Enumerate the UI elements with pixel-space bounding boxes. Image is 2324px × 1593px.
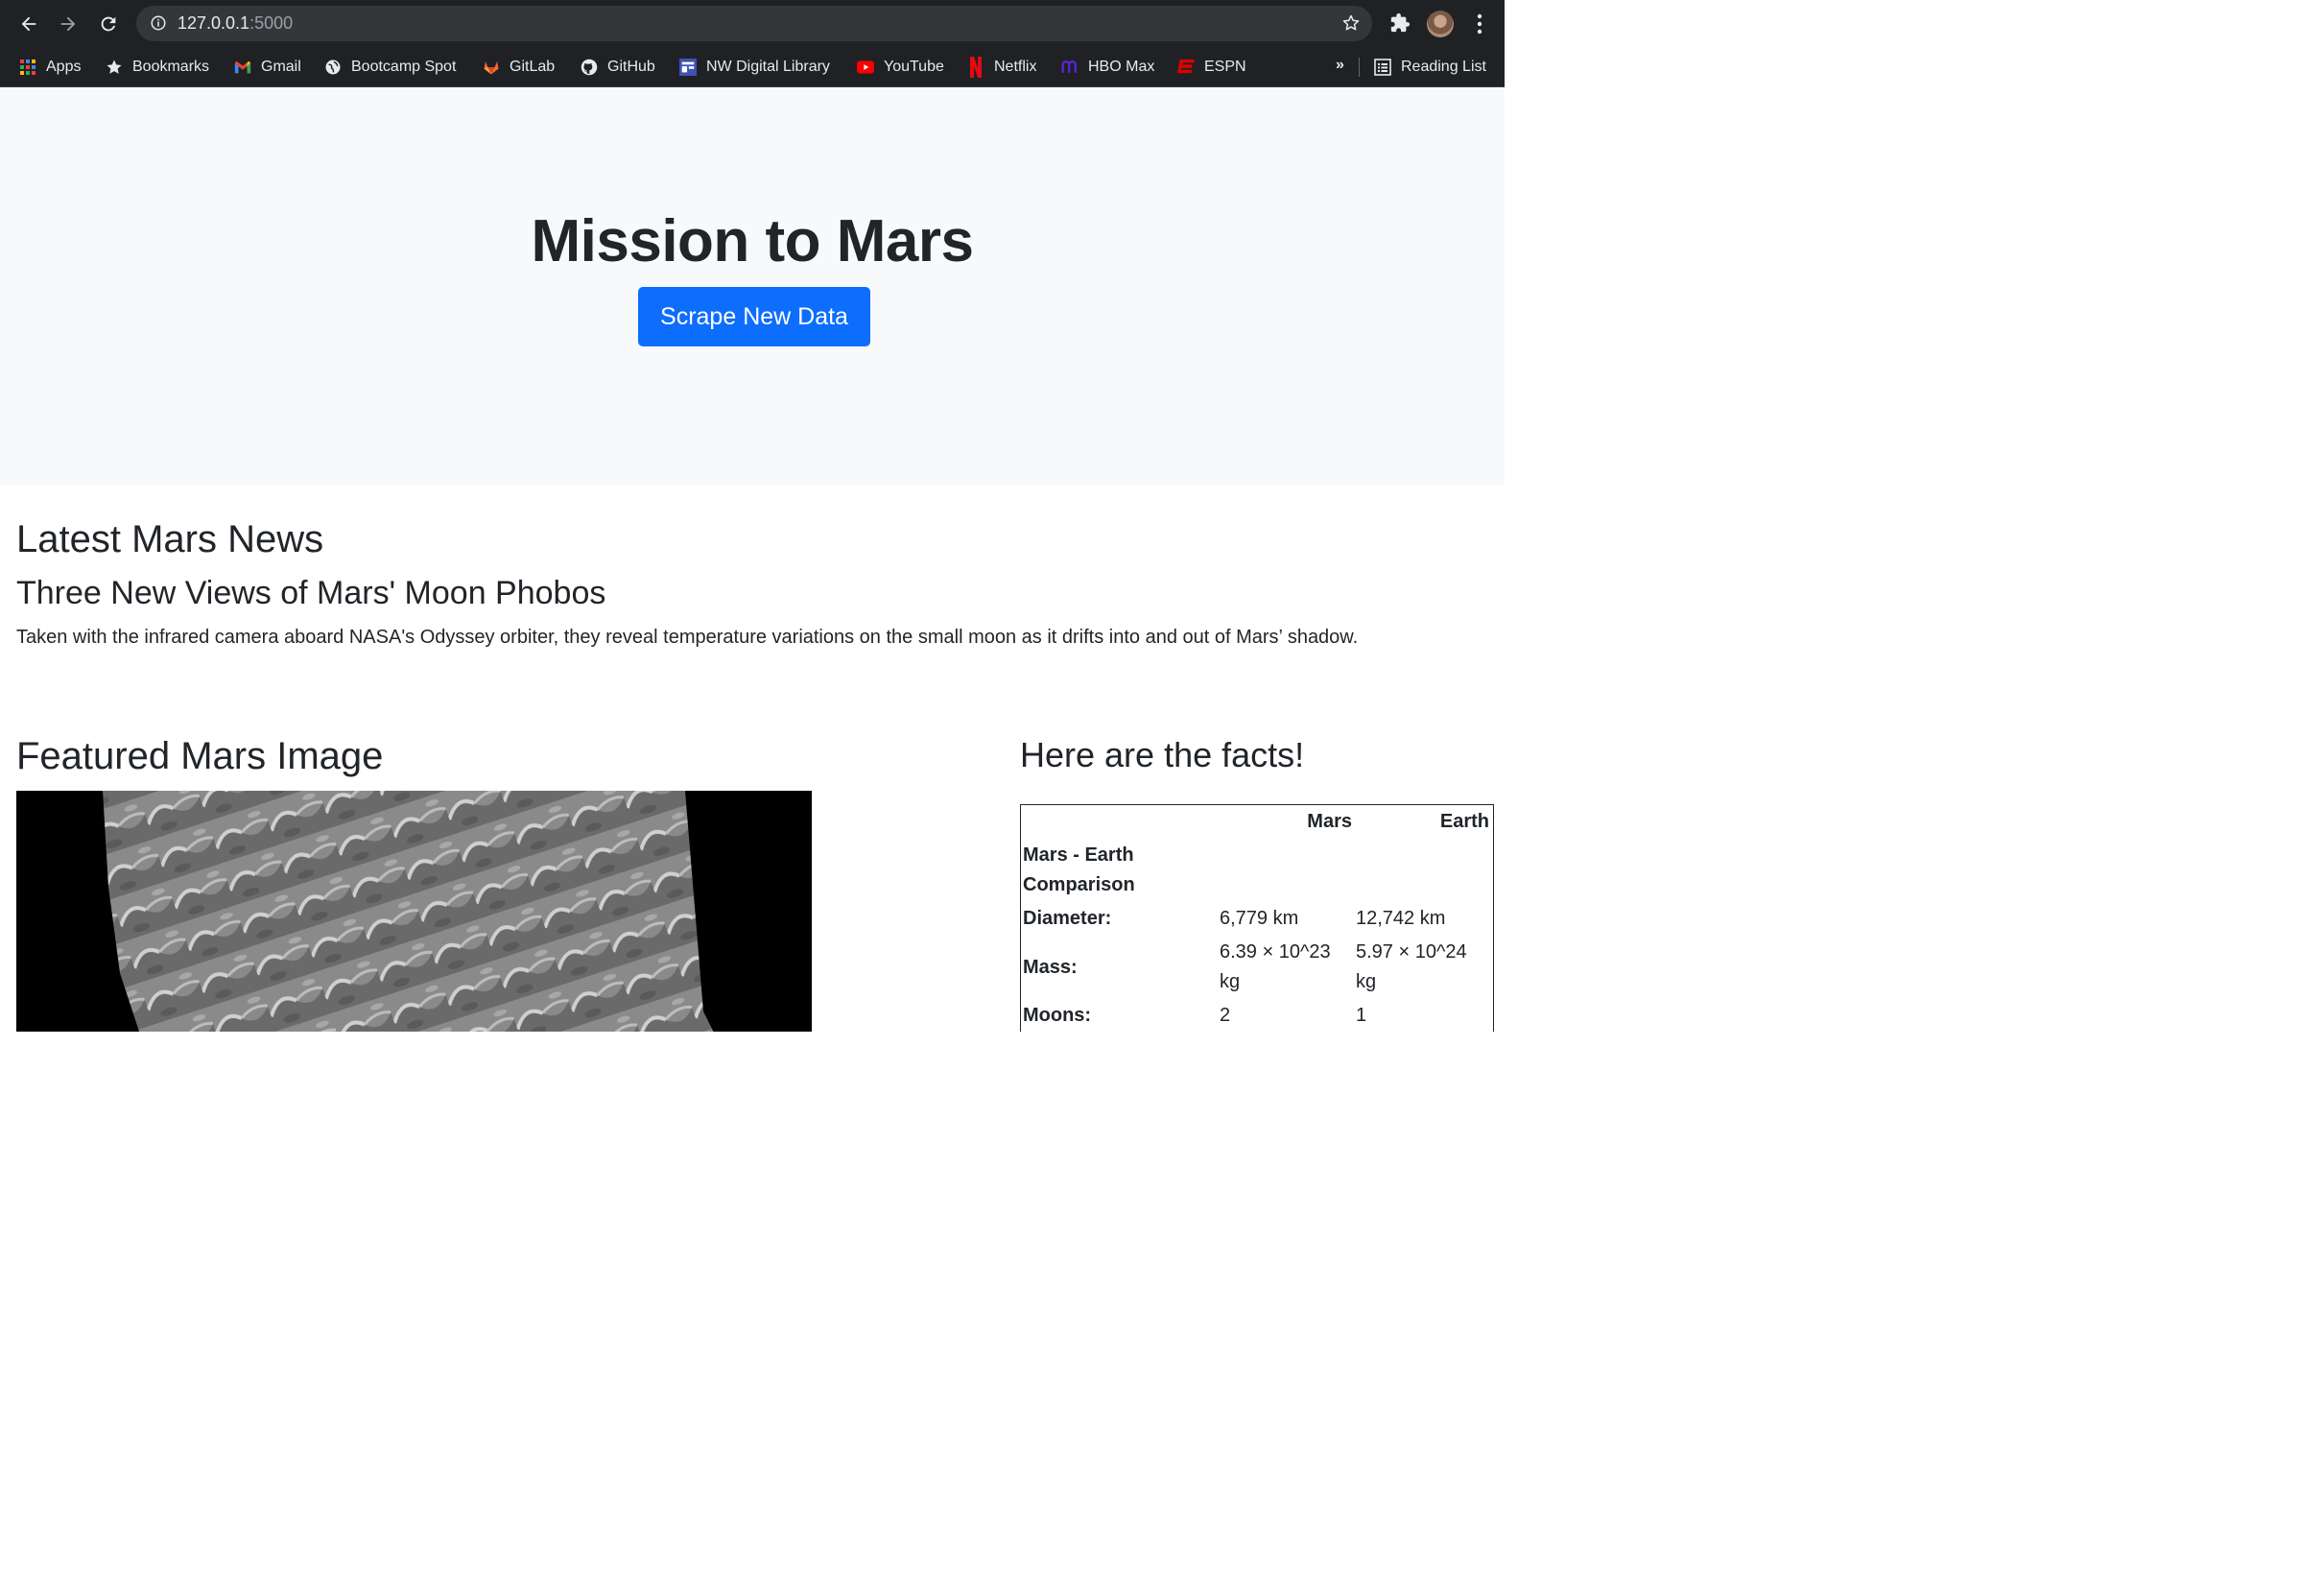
url-host: 127.0.0.1 — [178, 13, 250, 33]
bookmark-github[interactable]: GitHub — [581, 55, 655, 80]
mars-earth-facts-table: Mars Earth Mars - Earth Comparison Diame… — [1021, 805, 1491, 1032]
mars-value: 2 — [1220, 1005, 1231, 1026]
bookmark-label: GitHub — [607, 59, 655, 75]
table-header-row: Mars Earth — [1021, 805, 1491, 839]
bookmark-label: YouTube — [884, 59, 944, 75]
youtube-icon — [857, 59, 874, 76]
facts-heading: Here are the facts! — [1020, 735, 1305, 774]
address-bar[interactable]: 127.0.0.1:5000 — [136, 6, 1372, 41]
bookmark-label: NW Digital Library — [706, 59, 830, 75]
star-icon — [106, 59, 123, 76]
extensions-puzzle-icon[interactable] — [1389, 12, 1411, 34]
news-section-heading: Latest Mars News — [16, 518, 324, 560]
column-header-earth: Earth — [1439, 811, 1489, 832]
earth-value: 5.97 × 10^24 kg — [1356, 941, 1467, 992]
apps-grid-icon — [19, 59, 36, 76]
github-icon — [581, 59, 598, 76]
jumbotron: Mission to Mars Scrape New Data — [0, 87, 1505, 486]
bookmark-bookmarks[interactable]: Bookmarks — [106, 55, 209, 80]
table-row: Mars - Earth Comparison — [1021, 839, 1491, 902]
bookmark-label: GitLab — [510, 59, 556, 75]
bookmark-gmail[interactable]: Gmail — [234, 55, 301, 80]
bookmark-label: Apps — [46, 59, 82, 75]
arrow-left-icon — [21, 16, 36, 32]
reload-button[interactable] — [95, 11, 122, 37]
library-icon — [679, 59, 697, 76]
news-teaser: Taken with the infrared camera aboard NA… — [16, 627, 1359, 648]
reload-icon — [101, 16, 116, 32]
earth-value — [1354, 839, 1491, 902]
reading-list-button[interactable]: Reading List — [1374, 55, 1486, 80]
netflix-icon — [967, 57, 984, 78]
globe-icon — [324, 59, 342, 76]
row-label: Mass: — [1023, 956, 1078, 978]
bookmark-youtube[interactable]: YouTube — [857, 55, 944, 80]
browser-toolbar: 127.0.0.1:5000 — [0, 0, 1505, 48]
profile-avatar[interactable] — [1427, 11, 1454, 37]
url-text[interactable]: 127.0.0.1:5000 — [178, 13, 293, 34]
bookmark-netflix[interactable]: Netflix — [967, 55, 1036, 80]
bookmark-apps[interactable]: Apps — [19, 55, 81, 80]
reading-list-icon — [1374, 59, 1391, 76]
table-row: Mass: 6.39 × 10^23 kg 5.97 × 10^24 kg — [1021, 936, 1491, 999]
bookmark-label: HBO Max — [1088, 59, 1155, 75]
bookmarks-separator — [1359, 58, 1360, 77]
table-row: Diameter: 6,779 km 12,742 km — [1021, 902, 1491, 936]
bookmark-nw-digital-library[interactable]: NW Digital Library — [679, 55, 830, 80]
url-port: :5000 — [249, 13, 294, 33]
bookmark-label: Bootcamp Spot — [351, 59, 457, 75]
gitlab-icon — [483, 59, 500, 76]
mars-dunes-image — [16, 791, 812, 1032]
featured-mars-image — [16, 791, 812, 1032]
mars-value — [1218, 839, 1354, 902]
info-icon[interactable] — [150, 14, 167, 32]
gmail-icon — [234, 59, 251, 76]
bookmark-label: Bookmarks — [132, 59, 210, 75]
arrow-right-icon — [60, 16, 76, 32]
row-label: Diameter: — [1023, 908, 1112, 929]
bookmarks-overflow-button[interactable]: » — [1336, 57, 1344, 74]
scrape-new-data-button[interactable]: Scrape New Data — [638, 287, 870, 346]
back-button[interactable] — [15, 11, 42, 37]
forward-button[interactable] — [55, 11, 82, 37]
bookmark-bootcamp-spot[interactable]: Bootcamp Spot — [324, 55, 456, 80]
bookmarks-bar: Apps Bookmarks Gmail Bootcamp Spot GitLa… — [0, 48, 1505, 87]
mars-value: 6,779 km — [1220, 908, 1299, 929]
hbomax-icon — [1061, 59, 1079, 76]
table-row: Moons: 2 1 — [1021, 999, 1491, 1032]
column-header-mars: Mars — [1307, 811, 1352, 832]
bookmark-star-icon[interactable] — [1341, 13, 1361, 33]
page-title: Mission to Mars — [531, 208, 974, 274]
mars-value: 6.39 × 10^23 kg — [1220, 941, 1331, 992]
reading-list-label: Reading List — [1401, 59, 1486, 75]
bookmark-hbo-max[interactable]: HBO Max — [1061, 55, 1154, 80]
bookmark-gitlab[interactable]: GitLab — [483, 55, 555, 80]
facts-table-container: Mars Earth Mars - Earth Comparison Diame… — [1020, 804, 1494, 1032]
earth-value: 12,742 km — [1356, 908, 1446, 929]
more-vertical-icon[interactable] — [1473, 12, 1486, 36]
espn-icon — [1177, 59, 1195, 76]
bookmark-label: ESPN — [1204, 59, 1246, 75]
earth-value: 1 — [1356, 1005, 1367, 1026]
bookmark-label: Netflix — [994, 59, 1037, 75]
page-viewport: Mission to Mars Scrape New Data Latest M… — [0, 87, 1505, 1032]
row-label: Mars - Earth Comparison — [1023, 844, 1135, 895]
column-header — [1021, 805, 1218, 839]
bookmark-label: Gmail — [261, 59, 301, 75]
row-label: Moons: — [1023, 1005, 1092, 1026]
featured-image-heading: Featured Mars Image — [16, 735, 384, 777]
bookmark-espn[interactable]: ESPN — [1177, 55, 1246, 80]
news-title: Three New Views of Mars' Moon Phobos — [16, 575, 606, 611]
